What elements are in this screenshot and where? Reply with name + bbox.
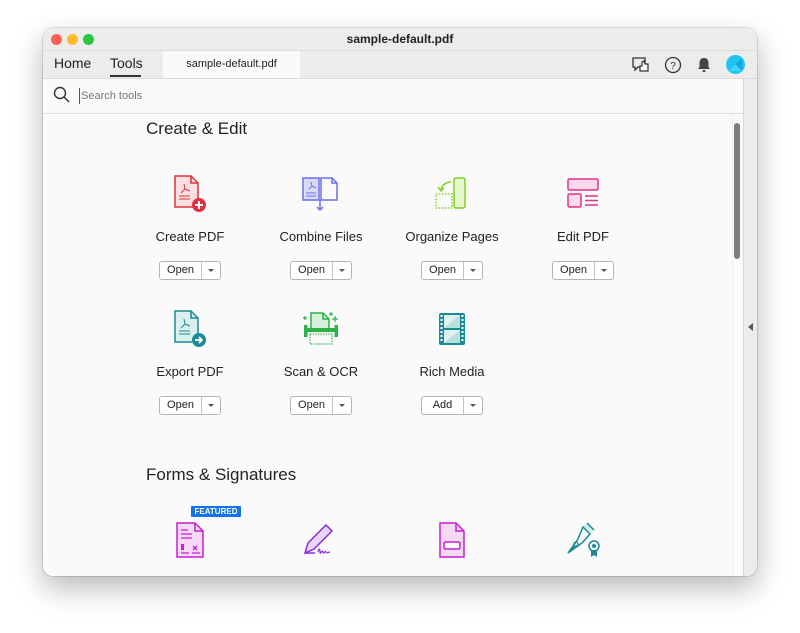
- tab-home[interactable]: Home: [54, 55, 91, 71]
- tab-tools[interactable]: Tools: [110, 55, 143, 71]
- tab-document[interactable]: sample-default.pdf: [163, 51, 300, 78]
- active-tab-indicator: [110, 75, 141, 77]
- tool-label: Request E-: [125, 575, 255, 576]
- export-pdf-open-button[interactable]: Open: [159, 396, 221, 415]
- feedback-icon[interactable]: [631, 55, 651, 75]
- window-title: sample-default.pdf: [346, 32, 454, 46]
- search-tools-input[interactable]: [79, 88, 381, 104]
- chevron-down-icon[interactable]: [595, 262, 613, 279]
- help-icon[interactable]: ?: [663, 55, 683, 75]
- open-button[interactable]: Open: [291, 397, 333, 414]
- scrollbar-thumb[interactable]: [734, 123, 740, 259]
- notifications-bell-icon[interactable]: [694, 55, 714, 75]
- organize-pages-open-button[interactable]: Open: [421, 261, 483, 280]
- tools-content: Create & Edit Create PDF Open Combine Fi…: [43, 114, 743, 576]
- add-button[interactable]: Add: [422, 397, 464, 414]
- right-panel-toggle[interactable]: [743, 79, 757, 576]
- tool-label: Rich Media: [419, 364, 485, 379]
- chevron-down-icon[interactable]: [464, 397, 482, 414]
- featured-badge: FEATURED: [191, 506, 241, 517]
- search-bar: [43, 79, 743, 114]
- organize-pages-icon: [435, 177, 466, 209]
- rich-media-add-button[interactable]: Add: [421, 396, 483, 415]
- request-esignatures-icon: [176, 522, 204, 558]
- open-button[interactable]: Open: [553, 262, 595, 279]
- create-pdf-icon: [174, 175, 206, 212]
- chevron-down-icon[interactable]: [333, 262, 351, 279]
- tool-label: Organize Pages: [405, 229, 499, 244]
- chevron-down-icon[interactable]: [202, 397, 220, 414]
- scan-ocr-open-button[interactable]: Open: [290, 396, 352, 415]
- certificates-icon: [567, 522, 600, 557]
- section-title-forms-signatures: Forms & Signatures: [146, 465, 297, 484]
- tool-label: Scan & OCR: [283, 364, 359, 379]
- edit-pdf-icon: [567, 178, 599, 208]
- open-button[interactable]: Open: [160, 262, 202, 279]
- app-window: sample-default.pdf Home Tools sample-def…: [43, 28, 757, 576]
- combine-files-icon: [302, 177, 338, 212]
- title-bar: sample-default.pdf: [43, 28, 757, 51]
- chevron-left-icon[interactable]: [748, 323, 753, 331]
- fill-sign-icon: [303, 523, 334, 555]
- chevron-down-icon[interactable]: [202, 262, 220, 279]
- export-pdf-icon: [174, 310, 206, 347]
- open-button[interactable]: Open: [291, 262, 333, 279]
- rich-media-icon: [439, 313, 465, 345]
- open-button[interactable]: Open: [422, 262, 464, 279]
- chevron-down-icon[interactable]: [333, 397, 351, 414]
- open-button[interactable]: Open: [160, 397, 202, 414]
- combine-files-open-button[interactable]: Open: [290, 261, 352, 280]
- scan-ocr-icon: [303, 312, 338, 345]
- tool-label: Combine Files: [279, 229, 363, 244]
- prepare-form-icon: [439, 522, 465, 558]
- tool-label: Create PDF: [155, 229, 225, 244]
- user-avatar[interactable]: [726, 55, 745, 74]
- tool-label: Edit PDF: [556, 229, 609, 244]
- tool-label: Export PDF: [156, 364, 224, 379]
- section-title-create-edit: Create & Edit: [146, 119, 248, 138]
- edit-pdf-open-button[interactable]: Open: [552, 261, 614, 280]
- chevron-down-icon[interactable]: [464, 262, 482, 279]
- create-pdf-open-button[interactable]: Open: [159, 261, 221, 280]
- search-icon: [53, 86, 70, 103]
- tab-bar: Home Tools sample-default.pdf ?: [43, 51, 757, 79]
- svg-text:?: ?: [670, 61, 676, 72]
